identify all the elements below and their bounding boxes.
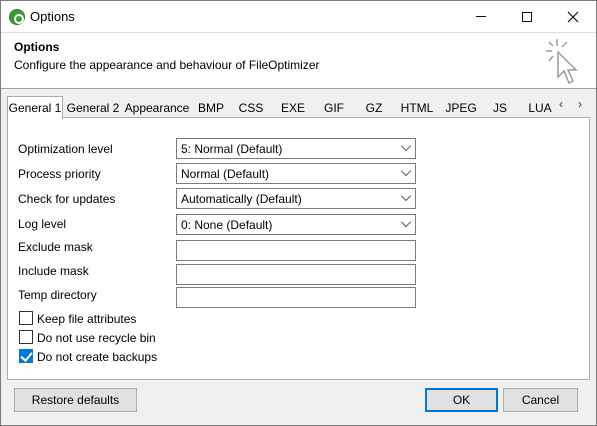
temp-directory-input[interactable]: [176, 287, 416, 308]
optimization-level-label: Optimization level: [18, 142, 113, 156]
cursor-click-icon: [546, 39, 578, 85]
tab-label: General 1: [8, 101, 62, 115]
cancel-button[interactable]: Cancel: [503, 388, 578, 412]
tab-exe[interactable]: EXE: [278, 98, 308, 118]
log-level-select[interactable]: 0: None (Default): [176, 214, 416, 235]
minimize-icon: [476, 16, 486, 17]
chevron-down-icon: [400, 140, 412, 152]
do-not-create-backups-label[interactable]: Do not create backups: [37, 350, 157, 364]
chevron-down-icon: [400, 190, 412, 202]
include-mask-input[interactable]: [176, 264, 416, 285]
log-level-label: Log level: [18, 217, 67, 231]
maximize-icon: [522, 11, 532, 22]
tab-strip: General 1 General 2 Appearance BMP CSS E…: [7, 96, 590, 119]
do-not-use-recycle-bin-checkbox[interactable]: [19, 330, 33, 344]
tab-label: Appearance: [124, 101, 190, 115]
tab-js[interactable]: JS: [489, 98, 511, 118]
do-not-use-recycle-bin-label[interactable]: Do not use recycle bin: [37, 331, 156, 345]
tab-label: General 2: [66, 101, 120, 115]
check-for-updates-select[interactable]: Automatically (Default): [176, 188, 416, 209]
tab-bmp[interactable]: BMP: [195, 98, 227, 118]
tab-scroll-right-icon[interactable]: ›: [573, 97, 587, 111]
tab-page-general-1: Optimization level 5: Normal (Default) P…: [7, 117, 590, 380]
restore-defaults-button[interactable]: Restore defaults: [14, 388, 137, 412]
header-subtitle: Configure the appearance and behaviour o…: [14, 58, 320, 72]
temp-directory-label: Temp directory: [18, 288, 97, 302]
chevron-down-icon: [400, 165, 412, 177]
keep-file-attributes-label[interactable]: Keep file attributes: [37, 312, 136, 326]
process-priority-label: Process priority: [18, 167, 101, 181]
tab-html[interactable]: HTML: [398, 98, 436, 118]
tab-scroll-left-icon[interactable]: ‹: [554, 97, 568, 111]
tab-label: JS: [492, 101, 507, 115]
optimization-level-select[interactable]: 5: Normal (Default): [176, 138, 416, 159]
tab-gz[interactable]: GZ: [362, 98, 386, 118]
maximize-button[interactable]: [504, 1, 550, 32]
app-icon: [9, 9, 25, 25]
tab-label: LUA: [528, 101, 552, 115]
header-title: Options: [14, 40, 60, 54]
ok-button[interactable]: OK: [425, 388, 498, 412]
log-level-value: 0: None (Default): [181, 218, 273, 232]
check-for-updates-value: Automatically (Default): [181, 192, 302, 206]
window-title: Options: [30, 9, 75, 24]
keep-file-attributes-checkbox[interactable]: [19, 311, 33, 325]
exclude-mask-label: Exclude mask: [18, 240, 93, 254]
tab-gif[interactable]: GIF: [320, 98, 348, 118]
minimize-button[interactable]: [458, 1, 504, 32]
chevron-down-icon: [400, 216, 412, 228]
tab-label: CSS: [238, 101, 264, 115]
tab-general-1[interactable]: General 1: [7, 96, 63, 119]
tab-jpeg[interactable]: JPEG: [444, 98, 478, 118]
exclude-mask-input[interactable]: [176, 240, 416, 261]
include-mask-label: Include mask: [18, 264, 89, 278]
tab-css[interactable]: CSS: [236, 98, 266, 118]
tab-label: GZ: [365, 101, 383, 115]
process-priority-select[interactable]: Normal (Default): [176, 163, 416, 184]
check-for-updates-label: Check for updates: [18, 192, 116, 206]
options-window: Options Options Configure the appearance…: [0, 0, 597, 426]
close-icon: [567, 11, 579, 22]
tab-label: BMP: [197, 101, 224, 115]
tab-appearance[interactable]: Appearance: [124, 98, 190, 118]
tab-label: EXE: [280, 101, 305, 115]
close-button[interactable]: [550, 1, 596, 32]
optimization-level-value: 5: Normal (Default): [181, 142, 283, 156]
tab-lua[interactable]: LUA: [527, 98, 553, 118]
title-bar[interactable]: Options: [1, 1, 596, 32]
tab-general-2[interactable]: General 2: [65, 98, 121, 118]
tab-label: JPEG: [445, 101, 477, 115]
do-not-create-backups-checkbox[interactable]: [19, 349, 33, 363]
tab-label: HTML: [400, 101, 434, 115]
process-priority-value: Normal (Default): [181, 167, 270, 181]
header-panel: Options Configure the appearance and beh…: [1, 32, 596, 89]
tab-label: GIF: [324, 101, 344, 115]
